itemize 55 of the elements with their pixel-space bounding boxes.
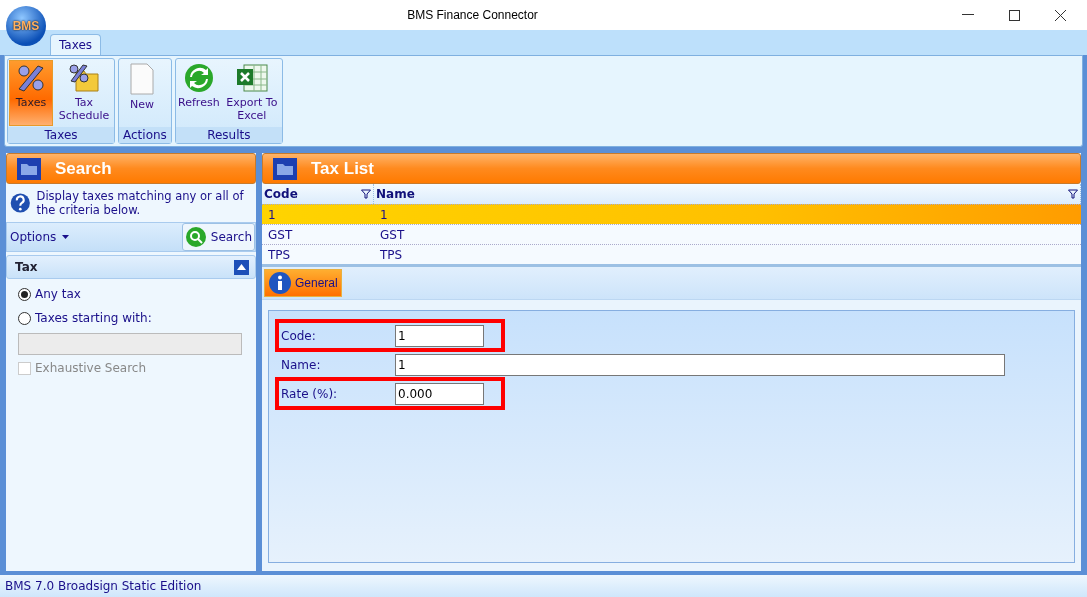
table-row[interactable]: 1 1	[262, 204, 1081, 224]
table-cell-text: GST	[379, 227, 406, 242]
tab[interactable]: General	[264, 269, 342, 297]
table-row[interactable]: GST GST	[262, 224, 1081, 244]
ribbon-button[interactable]: Tax Schedule	[55, 60, 113, 126]
help-text: Display taxes matching any or all of the criteria below.	[36, 189, 245, 217]
caret-icon	[62, 235, 70, 239]
info-icon	[268, 271, 292, 295]
collapse-icon[interactable]	[234, 259, 249, 275]
group-label: Taxes	[8, 127, 114, 143]
folder-icon	[17, 157, 41, 180]
ribbon-button[interactable]: Export To Excel	[222, 60, 281, 126]
panel-title: Tax List	[311, 158, 374, 179]
percent-icon	[16, 63, 46, 93]
field-label: Code:	[281, 328, 317, 343]
table-cell-text: 1	[379, 207, 389, 222]
panel-title: Search	[55, 158, 112, 179]
option-label: Exhaustive Search	[35, 361, 147, 375]
ribbon-button[interactable]: New	[120, 60, 164, 126]
section-title: Tax	[15, 260, 38, 274]
search-icon	[184, 226, 207, 248]
window-title: BMS Finance Connector	[406, 8, 539, 22]
input-field[interactable]: 1	[395, 353, 1005, 376]
option-label: Taxes starting with:	[35, 311, 152, 325]
spreadsheet-icon	[235, 63, 268, 93]
group-label: Results	[175, 127, 282, 143]
close-icon[interactable]	[1054, 9, 1066, 21]
input-field[interactable]: 0.000	[395, 382, 484, 405]
document-icon	[129, 63, 155, 95]
radio-button[interactable]	[18, 311, 31, 325]
maximize-icon[interactable]	[1008, 9, 1020, 21]
group-label: Actions	[119, 127, 171, 143]
field-label: Name:	[281, 357, 322, 372]
table-cell-text: TPS	[379, 247, 404, 262]
refresh-icon	[183, 63, 214, 93]
folder-icon	[273, 157, 297, 180]
field-label: Rate (%):	[281, 386, 339, 401]
input-field[interactable]: 1	[395, 324, 484, 347]
table-cell-text: 1	[267, 207, 277, 222]
table-cell-text: TPS	[267, 247, 292, 262]
filter-icon	[361, 189, 371, 199]
options-dropdown[interactable]: Options	[7, 230, 73, 244]
option-label: Any tax	[35, 287, 81, 301]
folder-icon	[68, 63, 100, 93]
table-cell-text: GST	[267, 227, 294, 242]
radio-button[interactable]	[18, 287, 31, 301]
ribbon-tab[interactable]: Taxes	[50, 34, 102, 55]
ribbon-button[interactable]: Taxes	[9, 60, 53, 126]
section-header[interactable]: Tax	[6, 255, 256, 279]
table-row[interactable]: TPS TPS	[262, 244, 1081, 264]
filter-icon	[1068, 189, 1078, 199]
search-button[interactable]: Search	[181, 223, 255, 251]
status-bar: BMS 7.0 Broadsign Static Edition	[0, 575, 1087, 597]
ribbon-button[interactable]: Refresh	[176, 60, 221, 126]
minimize-icon[interactable]	[962, 14, 974, 16]
